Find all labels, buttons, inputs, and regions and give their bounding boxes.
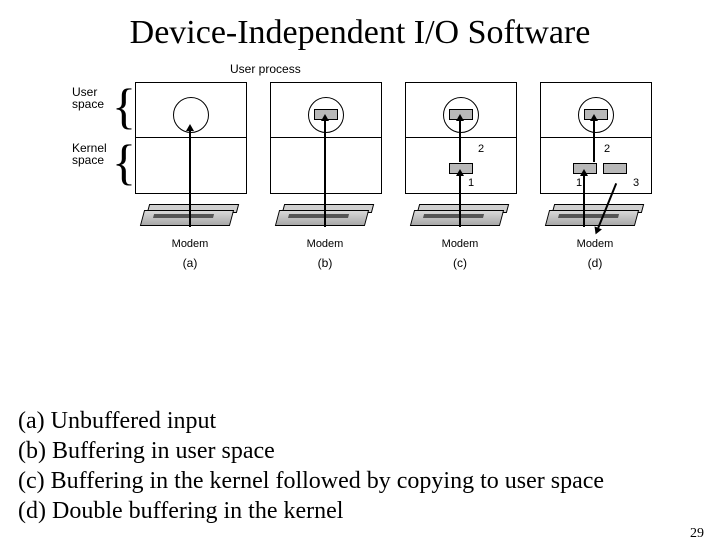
arrow-icon: [459, 120, 461, 162]
panel-letter-b: (b): [270, 256, 380, 270]
kernel-space-label: Kernel space {: [72, 142, 107, 166]
user-space-label: User space {: [72, 86, 104, 110]
diagram-container: User process User space { Kernel space {…: [60, 62, 660, 292]
panel-d: 2 1 3: [540, 82, 652, 194]
caption-list: (a) Unbuffered input (b) Buffering in us…: [18, 406, 604, 526]
arrow-number-2: 2: [604, 143, 610, 155]
buffer-kernel-icon: [603, 163, 627, 174]
panel-letter-c: (c): [405, 256, 515, 270]
arrow-number-2: 2: [478, 143, 484, 155]
panel-b: [270, 82, 382, 194]
panel-letter-d: (d): [540, 256, 650, 270]
user-process-label: User process: [230, 62, 301, 76]
arrow-number-3: 3: [633, 177, 639, 189]
panel-a: [135, 82, 247, 194]
caption-b: (b) Buffering in user space: [18, 436, 604, 466]
modem-label: Modem: [270, 238, 380, 250]
caption-d: (d) Double buffering in the kernel: [18, 496, 604, 526]
panel-c: 2 1: [405, 82, 517, 194]
caption-c: (c) Buffering in the kernel followed by …: [18, 466, 604, 496]
panel-letter-a: (a): [135, 256, 245, 270]
modem-label: Modem: [405, 238, 515, 250]
arrow-icon: [324, 120, 326, 227]
arrow-icon: [459, 175, 461, 227]
caption-a: (a) Unbuffered input: [18, 406, 604, 436]
modem-label: Modem: [135, 238, 245, 250]
arrow-icon: [583, 175, 585, 227]
arrow-number-1: 1: [576, 177, 582, 189]
arrow-number-1: 1: [468, 177, 474, 189]
arrow-icon: [593, 120, 595, 162]
arrow-icon: [189, 130, 191, 227]
modem-label: Modem: [540, 238, 650, 250]
page-title: Device-Independent I/O Software: [0, 14, 720, 52]
